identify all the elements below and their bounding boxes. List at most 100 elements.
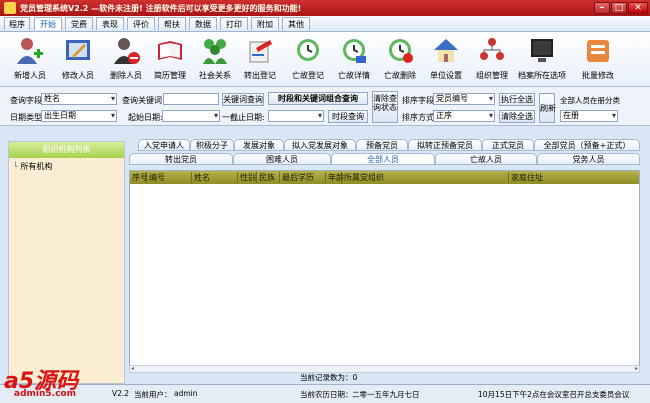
scroll-right-icon[interactable]: ▸ bbox=[635, 365, 638, 372]
archive-location-button[interactable]: 档案所在选项 bbox=[518, 34, 566, 84]
death-detail-clock-icon bbox=[343, 39, 366, 63]
transfer-out-button[interactable]: 转出登记 bbox=[238, 34, 282, 84]
end-date-input[interactable] bbox=[268, 110, 324, 122]
tab-development-targets[interactable]: 发展对象 bbox=[234, 139, 284, 151]
toolbar: 新增人员 修改人员 删除人员 简历管理 社会关系 转出登记 亡故登记 亡故详情 … bbox=[0, 32, 650, 87]
start-date-input[interactable] bbox=[162, 110, 220, 122]
col-education[interactable]: 最后学历 bbox=[280, 172, 326, 183]
menu-tab-addon[interactable]: 附加 bbox=[251, 17, 279, 30]
delete-person-button[interactable]: 删除人员 bbox=[104, 34, 148, 84]
edit-person-icon bbox=[66, 40, 90, 60]
social-relation-button[interactable]: 社会关系 bbox=[193, 34, 237, 84]
sort-mode-select[interactable]: 正序 bbox=[433, 110, 495, 122]
tab-all-persons[interactable]: 全部人员 bbox=[331, 153, 435, 165]
menu-tab-evaluation[interactable]: 评价 bbox=[127, 17, 155, 30]
death-delete-label: 亡故删除 bbox=[384, 71, 416, 80]
add-person-icon bbox=[17, 38, 43, 64]
member-grid[interactable]: 序号 编号 姓名 性别 民族 最后学历 年龄 所属党组织 家庭住址 bbox=[129, 170, 640, 366]
add-person-button[interactable]: 新增人员 bbox=[8, 34, 52, 84]
col-address[interactable]: 家庭住址 bbox=[509, 172, 639, 183]
tree-root-label: 所有机构 bbox=[20, 162, 53, 171]
menu-tab-dues[interactable]: 党费 bbox=[65, 17, 93, 30]
tab-hardship[interactable]: 困难人员 bbox=[233, 153, 331, 165]
col-index[interactable]: 序号 bbox=[130, 172, 148, 183]
member-class-select[interactable]: 在册 bbox=[560, 110, 618, 122]
sort-field-select[interactable]: 党员编号 bbox=[433, 93, 495, 105]
batch-edit-label: 批量修改 bbox=[582, 71, 614, 80]
batch-edit-button[interactable]: 批量修改 bbox=[576, 34, 620, 84]
menu-tab-start[interactable]: 开始 bbox=[34, 17, 62, 30]
col-ethnicity[interactable]: 民族 bbox=[257, 172, 280, 183]
resume-button[interactable]: 简历管理 bbox=[148, 34, 192, 84]
menu-tab-program[interactable]: 程序 bbox=[4, 17, 30, 30]
period-query-button[interactable]: 时段查询 bbox=[328, 110, 368, 123]
death-detail-label: 亡故详情 bbox=[338, 71, 370, 80]
keyword-query-button[interactable]: 关键词查询 bbox=[222, 93, 264, 106]
col-party-org[interactable]: 所属党组织 bbox=[342, 172, 509, 183]
death-delete-button[interactable]: 亡故删除 bbox=[378, 34, 422, 84]
menu-tab-data[interactable]: 数据 bbox=[189, 17, 217, 30]
death-register-button[interactable]: 亡故登记 bbox=[286, 34, 330, 84]
close-button[interactable]: ✕ bbox=[628, 2, 648, 14]
menu-tab-other[interactable]: 其他 bbox=[282, 17, 310, 30]
watermark-site: admin5.com bbox=[14, 389, 76, 399]
member-class-label: 全部人员在册分类 bbox=[560, 96, 620, 105]
combo-query-button[interactable]: 时段和关键词组合查询 bbox=[268, 92, 368, 105]
edit-person-button[interactable]: 修改人员 bbox=[56, 34, 100, 84]
sort-field-label: 排序字段 bbox=[402, 96, 434, 105]
status-user-label: 当前用户： bbox=[134, 390, 172, 399]
batch-edit-icon bbox=[587, 40, 609, 62]
date-type-select[interactable]: 出生日期 bbox=[41, 110, 117, 122]
clear-query-button[interactable]: 清除查询状态 bbox=[372, 91, 398, 123]
record-count: 当前记录数为：0 bbox=[300, 373, 358, 382]
unit-house-icon bbox=[434, 39, 458, 62]
archive-monitor-icon bbox=[531, 39, 553, 62]
menu-tab-performance[interactable]: 表现 bbox=[96, 17, 124, 30]
col-number[interactable]: 编号 bbox=[147, 172, 192, 183]
org-tree-root-item[interactable]: └ 所有机构 bbox=[13, 161, 52, 172]
tab-transferred-out[interactable]: 转出党员 bbox=[129, 153, 233, 165]
start-date-label: 起始日期: bbox=[128, 113, 163, 122]
social-relation-icon bbox=[203, 39, 227, 64]
tab-deceased[interactable]: 亡故人员 bbox=[435, 153, 537, 165]
status-notice: 10月15日下午2点在会议室召开总支委员会议 bbox=[478, 390, 630, 399]
tab-party-staff[interactable]: 党务人员 bbox=[537, 153, 640, 165]
col-gender[interactable]: 性别 bbox=[238, 172, 257, 183]
grid-header: 序号 编号 姓名 性别 民族 最后学历 年龄 所属党组织 家庭住址 bbox=[130, 171, 639, 184]
organization-button[interactable]: 组织管理 bbox=[470, 34, 514, 84]
menu-tab-assistance[interactable]: 帮扶 bbox=[158, 17, 186, 30]
window-title: 党员管理系统V2.2 —软件未注册! 注册软件后可以享受更多更好的服务和功能! bbox=[20, 4, 302, 13]
tab-all-members[interactable]: 全部党员（预备+正式） bbox=[534, 139, 640, 151]
col-name[interactable]: 姓名 bbox=[192, 172, 238, 183]
maximize-button[interactable]: □ bbox=[611, 2, 627, 14]
org-tree-panel: 组织机构列表 └ 所有机构 bbox=[8, 141, 125, 384]
tab-applicants[interactable]: 入党申请人 bbox=[138, 139, 190, 151]
status-user: admin bbox=[174, 389, 198, 398]
grid-horizontal-scrollbar[interactable]: ◂ ▸ bbox=[129, 365, 640, 373]
tab-formal-members[interactable]: 正式党员 bbox=[482, 139, 534, 151]
query-field-select[interactable]: 姓名 bbox=[41, 93, 117, 105]
tab-proposed-development[interactable]: 拟入党发展对象 bbox=[284, 139, 356, 151]
scroll-left-icon[interactable]: ◂ bbox=[131, 365, 134, 372]
keyword-input[interactable] bbox=[163, 93, 219, 105]
death-detail-button[interactable]: 亡故详情 bbox=[332, 34, 376, 84]
archive-location-label: 档案所在选项 bbox=[518, 71, 566, 80]
tab-activists[interactable]: 积极分子 bbox=[190, 139, 234, 151]
organization-label: 组织管理 bbox=[476, 71, 508, 80]
refresh-button[interactable]: 刷新 bbox=[539, 93, 556, 123]
date-type-label: 日期类型 bbox=[10, 113, 42, 122]
clear-all-button[interactable]: 清除全选 bbox=[499, 110, 535, 123]
death-register-clock-icon bbox=[297, 39, 319, 61]
status-lunar-date: 二零一五年九月七日 bbox=[352, 390, 420, 399]
menu-tab-print[interactable]: 打印 bbox=[220, 17, 248, 30]
tab-probationary[interactable]: 预备党员 bbox=[356, 139, 408, 151]
unit-setting-button[interactable]: 单位设置 bbox=[424, 34, 468, 84]
status-lunar-label: 当前农历日期： bbox=[300, 390, 353, 399]
tab-pending-formal[interactable]: 拟转正预备党员 bbox=[408, 139, 482, 151]
minimize-button[interactable]: – bbox=[594, 2, 610, 14]
death-delete-clock-icon bbox=[389, 39, 413, 63]
death-register-label: 亡故登记 bbox=[292, 71, 324, 80]
organization-tree-icon bbox=[480, 38, 504, 60]
select-all-button[interactable]: 执行全选 bbox=[499, 93, 535, 106]
col-age[interactable]: 年龄 bbox=[326, 172, 344, 183]
